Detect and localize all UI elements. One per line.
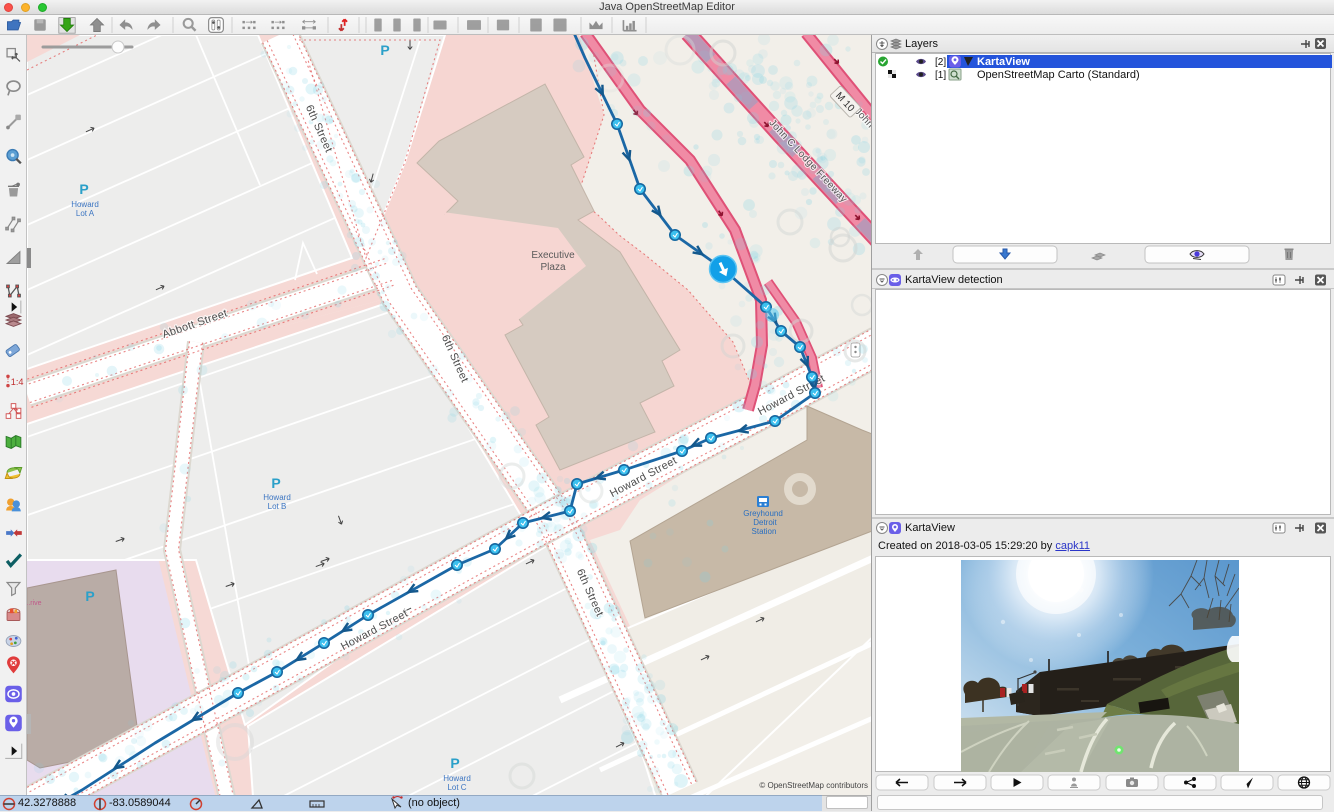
svg-text:[1]: [1] [935,70,946,81]
svg-text:OpenStreetMap Carto (Standard): OpenStreetMap Carto (Standard) [977,69,1140,81]
svg-text:Detroit: Detroit [753,518,777,527]
svg-text:Executive: Executive [531,250,575,261]
svg-text:P: P [450,755,459,771]
svg-text:P: P [85,588,94,604]
svg-text:P: P [380,42,389,58]
svg-text:Howard: Howard [263,493,291,502]
svg-text:...rive: ...rive [27,600,42,607]
svg-text:[2]: [2] [935,57,946,68]
svg-text:Lot C: Lot C [447,783,466,792]
svg-text:Lot A: Lot A [76,209,95,218]
svg-text:Plaza: Plaza [540,262,565,273]
svg-text:© OpenStreetMap contributors: © OpenStreetMap contributors [759,781,868,790]
svg-text:Lot B: Lot B [268,502,287,511]
svg-text:P: P [79,181,88,197]
svg-text:P: P [271,475,280,491]
svg-text:Station: Station [752,527,777,536]
svg-text:Howard: Howard [71,200,99,209]
svg-text:KartaView: KartaView [977,56,1030,68]
svg-text:Howard: Howard [443,774,471,783]
svg-text:Greyhound: Greyhound [743,509,783,518]
svg-text:1:4: 1:4 [11,377,24,387]
